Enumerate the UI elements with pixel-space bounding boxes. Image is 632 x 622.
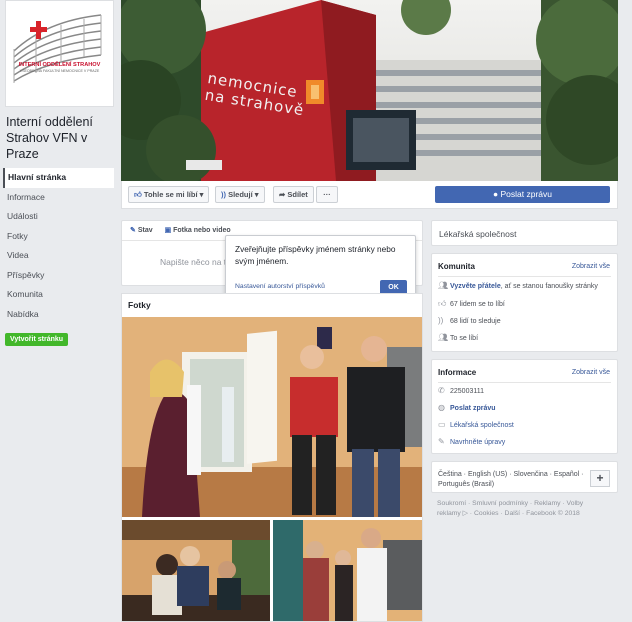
posting-identity-tooltip: Zveřejňujte příspěvky jménem stránky neb… <box>225 235 416 301</box>
nav-item-home[interactable]: Hlavní stránka <box>3 168 114 188</box>
suggest-edits-row: ✎ Navrhněte úpravy <box>438 437 505 446</box>
category-icon: ▭ <box>438 420 446 429</box>
page-footer[interactable]: Soukromí · Smluvní podmínky · Reklamy · … <box>437 499 587 519</box>
page-name[interactable]: Interní oddělení Strahov VFN v Praze <box>6 114 116 162</box>
community-show-all-link[interactable]: Zobrazit vše <box>572 263 610 270</box>
pencil-icon: ✎ <box>438 437 445 446</box>
divider <box>438 276 611 277</box>
info-title: Informace <box>438 368 477 377</box>
photo-main-image <box>122 317 422 517</box>
likes-row: 👍︎ 67 lidem se to líbí <box>438 299 505 309</box>
community-card: Komunita Zobrazit vše 👥︎ Vyzvěte přátele,… <box>431 253 618 352</box>
messenger-icon: ◍ <box>438 403 445 412</box>
community-title: Komunita <box>438 262 475 271</box>
create-page-button[interactable]: Vytvořit stránku <box>5 333 69 346</box>
info-send-message-link[interactable]: Poslat zprávu <box>450 405 496 412</box>
tab-photo-video[interactable]: ▣ Fotka nebo video <box>165 227 231 234</box>
liked-by-row: 👥︎ To se líbí <box>438 333 478 342</box>
invite-rest-text: , ať se stanou fanoušky stránky <box>500 283 598 290</box>
nav-item-videos[interactable]: Videa <box>3 246 114 266</box>
nav-item-photos[interactable]: Fotky <box>3 227 114 247</box>
photos-section: Fotky <box>121 293 423 622</box>
follow-button[interactable]: )) Sledují ▾ <box>215 186 265 203</box>
logo-line1: INTERNÍ ODDĚLENÍ STRAHOV <box>18 62 101 68</box>
followers-row: )) 68 lidí to sleduje <box>438 316 501 325</box>
photos-title[interactable]: Fotky <box>122 294 422 317</box>
thumbs-up-icon: 👍︎ <box>134 190 144 199</box>
hospital-logo-graphic <box>6 1 113 106</box>
send-message-button[interactable]: ● Poslat zprávu <box>435 186 610 203</box>
info-show-all-link[interactable]: Zobrazit vše <box>572 369 610 376</box>
invite-icon: 👥︎ <box>438 281 449 290</box>
followers-count: 68 lidí to sleduje <box>450 318 501 325</box>
photo-small-1-image <box>122 520 270 621</box>
follow-label: Sledují <box>228 190 253 199</box>
pencil-icon: ✎ <box>130 227 138 234</box>
phone-row: ✆ 225003111 <box>438 386 484 395</box>
languages-card: Čeština · English (US) · Slovenčina · Es… <box>431 461 618 493</box>
like-label: Tohle se mi líbí <box>143 190 198 199</box>
language-links[interactable]: Čeština · English (US) · Slovenčina · Es… <box>438 470 598 490</box>
phone-icon: ✆ <box>438 386 445 395</box>
tab-status[interactable]: ✎ Stav <box>130 227 153 234</box>
photo-small-1[interactable] <box>122 520 270 621</box>
liked-by-text[interactable]: To se líbí <box>450 335 478 342</box>
cover-image <box>121 0 618 181</box>
friends-icon: 👥︎ <box>438 333 449 342</box>
divider <box>438 382 611 383</box>
category-link[interactable]: Lékařská společnost <box>439 229 517 239</box>
tab-status-label: Stav <box>137 227 153 234</box>
post-attribution-settings-link[interactable]: Nastavení autorství příspěvků <box>235 283 325 290</box>
nav-item-posts[interactable]: Příspěvky <box>3 266 114 286</box>
info-category-row: ▭ Lékařská společnost <box>438 420 514 429</box>
logo-line2: VŠEOBECNÁ FAKULTNÍ NEMOCNICE V PRAZE <box>19 69 100 73</box>
thumbs-up-icon: 👍︎ <box>438 299 447 308</box>
share-button[interactable]: ➦ Sdílet <box>273 186 314 203</box>
photo-main[interactable] <box>122 317 422 517</box>
photo-small-2-image <box>273 520 422 621</box>
logo-text: INTERNÍ ODDĚLENÍ STRAHOV VŠEOBECNÁ FAKUL… <box>6 62 113 73</box>
info-category-link[interactable]: Lékařská společnost <box>450 422 514 429</box>
cover-photo[interactable]: nemocnice na strahově <box>121 0 618 181</box>
messenger-icon: ● <box>493 189 501 199</box>
nav-item-events[interactable]: Události <box>3 207 114 227</box>
tab-photo-video-label: Fotka nebo video <box>173 227 231 234</box>
nav-item-offers[interactable]: Nabídka <box>3 305 114 325</box>
chevron-down-icon: ▾ <box>252 190 259 199</box>
phone-number: 225003111 <box>450 388 484 395</box>
category-card: Lékařská společnost <box>431 220 618 246</box>
photo-small-2[interactable] <box>273 520 422 621</box>
chevron-down-icon: ▾ <box>197 190 204 199</box>
add-language-button[interactable]: + <box>590 470 610 487</box>
nav-item-community[interactable]: Komunita <box>3 285 114 305</box>
tooltip-text: Zveřejňujte příspěvky jménem stránky neb… <box>235 244 396 266</box>
send-message-label: Poslat zprávu <box>500 189 553 199</box>
share-label: Sdílet <box>287 190 308 199</box>
photo-icon: ▣ <box>164 227 174 234</box>
likes-count: 67 lidem se to líbí <box>450 301 505 308</box>
suggest-edits-link[interactable]: Navrhněte úpravy <box>450 439 505 446</box>
sidebar-nav: Hlavní stránka Informace Události Fotky … <box>3 168 114 324</box>
info-card: Informace Zobrazit vše ✆ 225003111 ◍ Posla… <box>431 359 618 454</box>
message-row: ◍ Poslat zprávu <box>438 403 496 412</box>
like-button[interactable]: 👍︎ Tohle se mi líbí ▾ <box>128 186 210 203</box>
page-logo[interactable]: INTERNÍ ODDĚLENÍ STRAHOV VŠEOBECNÁ FAKUL… <box>5 0 114 107</box>
more-button[interactable]: ··· <box>316 186 338 203</box>
page-action-bar: 👍︎ Tohle se mi líbí ▾ )) Sledují ▾ ➦ Sdí… <box>121 181 618 209</box>
nav-item-info[interactable]: Informace <box>3 188 114 208</box>
invite-friends-link[interactable]: Vyzvěte přátele <box>450 283 501 290</box>
invite-friends-row: 👥︎ Vyzvěte přátele, ať se stanou fanoušky… <box>438 281 598 290</box>
rss-icon: )) <box>438 316 444 325</box>
